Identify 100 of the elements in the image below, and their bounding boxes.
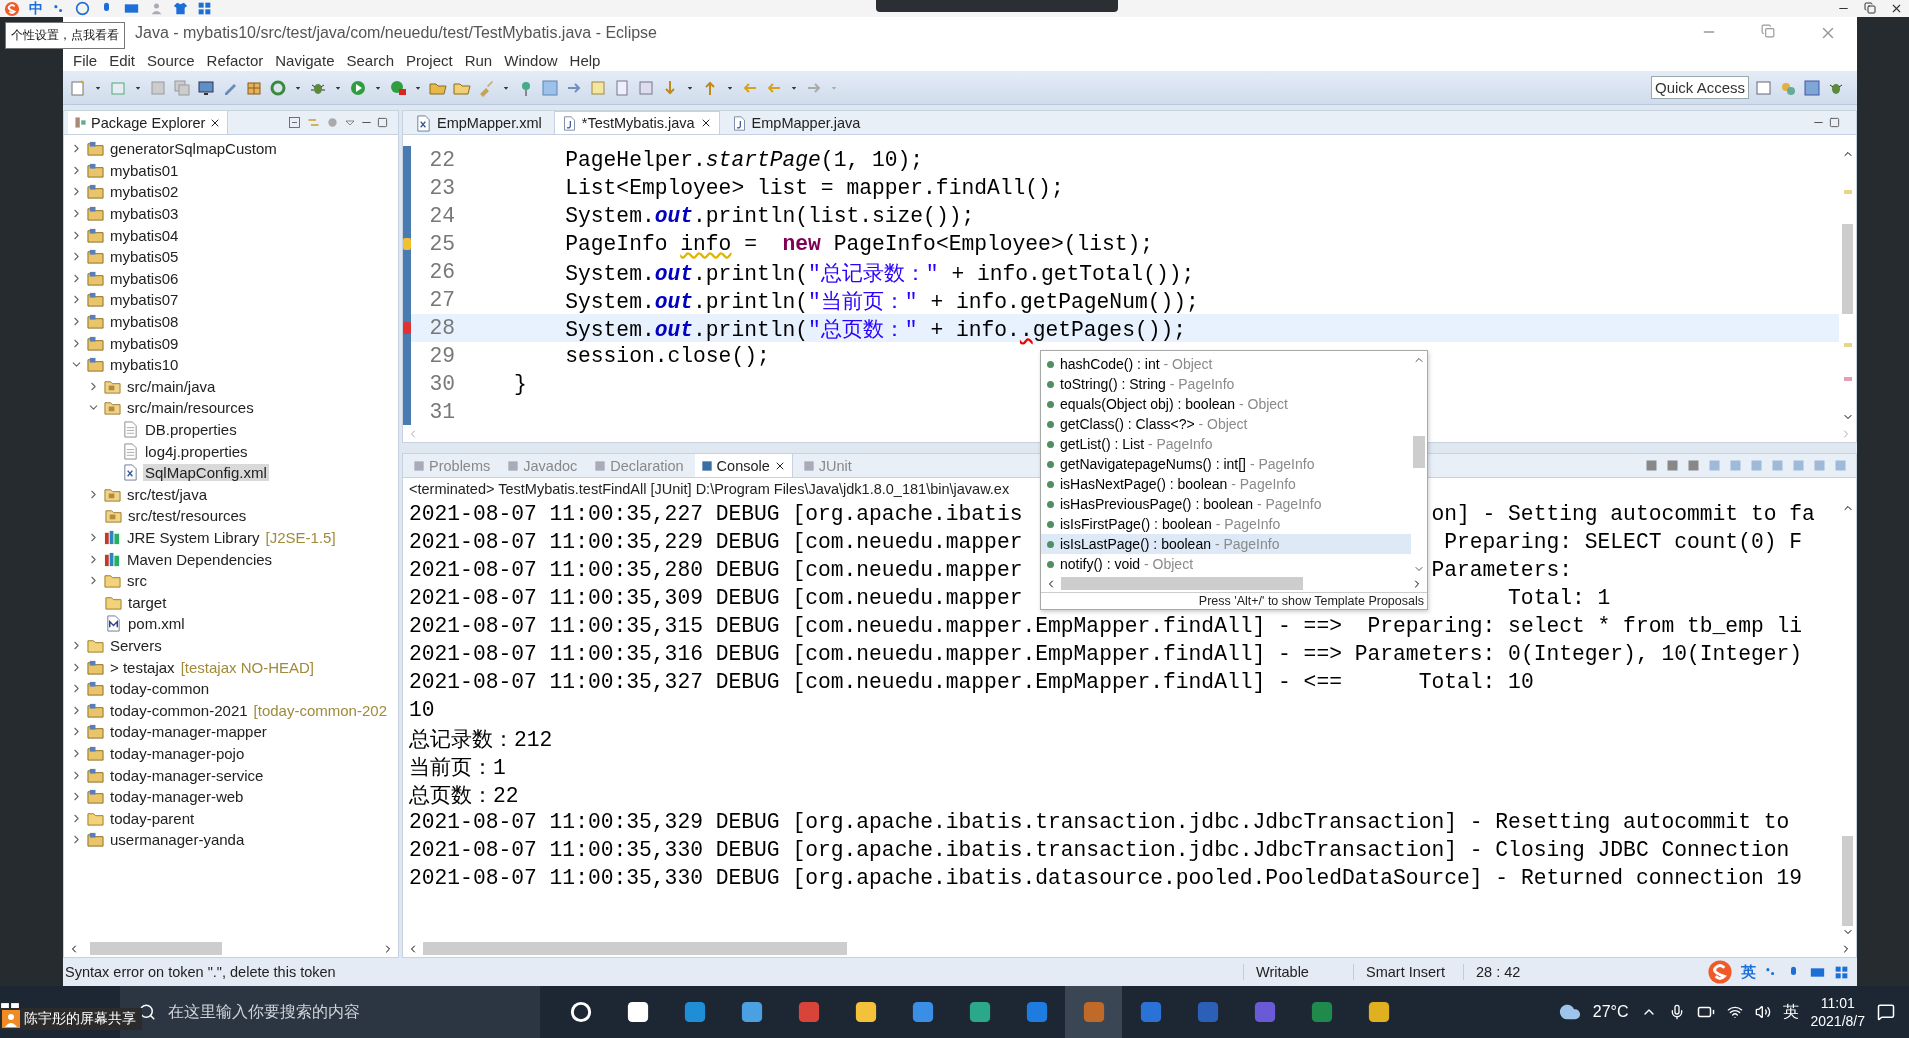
editor-tab[interactable]: EmpMapper.xml	[407, 111, 550, 134]
completion-item[interactable]: isIsLastPage() : boolean - PageInfo	[1041, 534, 1411, 554]
tree-item[interactable]: DB.properties	[143, 421, 239, 438]
project-folder-icon	[87, 313, 104, 331]
completion-item[interactable]: toString() : String - PageInfo	[1041, 374, 1411, 394]
input-mode[interactable]: 中	[29, 0, 43, 18]
menu-item[interactable]: Run	[459, 51, 498, 69]
restore-icon[interactable]	[1864, 2, 1876, 14]
tree-item[interactable]: today-manager-mapper	[108, 723, 269, 741]
tree-item[interactable]: log4j.properties	[143, 442, 250, 460]
tree-item[interactable]: today-common-2021	[108, 701, 250, 719]
view-tab[interactable]: Package Explorer	[68, 111, 229, 134]
tree-item[interactable]: src/test/resources	[126, 507, 249, 525]
scrollbar-thumb[interactable]	[1842, 836, 1853, 926]
tree-item[interactable]: JRE System Library	[125, 529, 262, 546]
collapse-all-icon[interactable]	[287, 115, 302, 130]
tree-item[interactable]: src/test/java	[125, 485, 210, 503]
tree-item[interactable]: pom.xml	[126, 615, 187, 633]
document-icon[interactable]	[613, 78, 631, 97]
stop-icon[interactable]	[1644, 458, 1659, 473]
highlight-icon[interactable]	[541, 78, 559, 97]
completion-item[interactable]: getNavigatepageNums() : int[] - PageInfo	[1041, 454, 1411, 474]
menu-item[interactable]: Search	[341, 51, 399, 69]
restore-icon[interactable]	[1761, 24, 1775, 38]
weather-temperature[interactable]: 27°C	[1592, 1003, 1629, 1021]
completion-item[interactable]: hashCode() : int - Object	[1041, 354, 1411, 374]
tree-item[interactable]: mybatis01	[108, 161, 181, 179]
tree-item[interactable]: mybatis03	[108, 205, 181, 223]
menu-item[interactable]: Navigate	[270, 51, 340, 69]
menu-item[interactable]: Window	[499, 51, 563, 69]
scrollbar-thumb[interactable]	[1413, 436, 1425, 468]
remove-all-icon[interactable]	[1686, 458, 1701, 473]
focus-icon[interactable]	[325, 115, 340, 130]
tree-item[interactable]: Maven Dependencies	[125, 550, 275, 568]
tree-item[interactable]: src	[125, 572, 149, 590]
tree-item[interactable]: mybatis05	[108, 248, 181, 266]
completion-item[interactable]: isHasNextPage() : boolean - PageInfo	[1041, 474, 1411, 494]
tree-item[interactable]: mybatis08	[108, 313, 181, 331]
menu-item[interactable]: Refactor	[201, 51, 269, 69]
maximize-icon[interactable]	[377, 117, 388, 128]
external-tools-icon[interactable]	[389, 78, 407, 97]
completion-item[interactable]: getList() : List - PageInfo	[1041, 434, 1411, 454]
tree-item[interactable]: mybatis02	[108, 183, 181, 201]
menu-item[interactable]: Help	[564, 51, 606, 69]
tree-item[interactable]: SqlMapConfig.xml	[143, 464, 269, 482]
tree-item[interactable]: today-manager-web	[108, 788, 246, 806]
notification-icon[interactable]	[1877, 1003, 1895, 1021]
tree-item[interactable]: mybatis06	[108, 269, 181, 287]
remove-icon[interactable]	[1665, 458, 1680, 473]
tree-item[interactable]: mybatis10	[108, 356, 181, 374]
clock-time[interactable]: 11:01	[1820, 994, 1855, 1012]
monitor-icon[interactable]	[197, 78, 215, 97]
completion-item[interactable]: equals(Object obj) : boolean - Object	[1041, 394, 1411, 414]
input-language[interactable]: 英	[1782, 1001, 1799, 1023]
console-line: Total: 1	[1507, 586, 1611, 610]
hint-text: Press 'Alt+/' to show Template Proposals	[1041, 592, 1427, 609]
editor-tab[interactable]: *TestMybatis.java	[553, 111, 720, 134]
completion-item[interactable]: getClass() : Class<?> - Object	[1041, 414, 1411, 434]
menu-item[interactable]: File	[68, 51, 103, 69]
input-mode[interactable]: 英	[1741, 962, 1756, 982]
completion-item[interactable]: isIsFirstPage() : boolean - PageInfo	[1041, 514, 1411, 534]
tree-item[interactable]: today-parent	[108, 809, 197, 827]
completion-item[interactable]: notify() : void - Object	[1041, 554, 1411, 574]
volume-icon[interactable]	[1754, 1004, 1771, 1020]
clock-date[interactable]: 2021/8/7	[1810, 1012, 1865, 1030]
error-marker-icon[interactable]	[403, 322, 411, 334]
tree-item[interactable]: mybatis04	[108, 226, 181, 244]
tree-item[interactable]: mybatis07	[108, 291, 181, 309]
quick-access-field[interactable]: Quick Access	[1651, 76, 1749, 99]
menu-item[interactable]: Edit	[104, 51, 141, 69]
tree-item[interactable]: mybatis09	[108, 334, 181, 352]
tree-item[interactable]: src/main/java	[125, 377, 218, 395]
tree-item[interactable]: today-manager-service	[108, 766, 266, 784]
tree-item[interactable]: today-common	[108, 680, 212, 698]
method-icon	[1047, 500, 1054, 508]
maximize-icon[interactable]	[1829, 117, 1840, 128]
warning-marker-icon[interactable]	[403, 238, 411, 250]
tree-item[interactable]: target	[126, 593, 169, 611]
scrollbar-thumb[interactable]	[1061, 577, 1304, 590]
completion-item[interactable]: isHasPreviousPage() : boolean - PageInfo	[1041, 494, 1411, 514]
editor-tab[interactable]: EmpMapper.java	[723, 111, 869, 134]
new-icon[interactable]	[69, 78, 87, 97]
tree-item[interactable]: > testajax	[108, 658, 177, 676]
tree-item[interactable]: Servers	[108, 636, 164, 654]
menu-item[interactable]: Project	[401, 51, 458, 69]
menu-item[interactable]: Source	[142, 51, 200, 69]
java-perspective-icon[interactable]	[1803, 78, 1821, 97]
scrollbar-thumb[interactable]	[1842, 223, 1853, 314]
view-tab[interactable]: Console	[694, 454, 793, 477]
tree-item[interactable]: generatorSqlmapCustom	[108, 140, 279, 158]
close-icon[interactable]	[1890, 2, 1903, 15]
tree-item[interactable]: today-manager-pojo	[108, 744, 247, 762]
tree-item[interactable]: src/main/resources	[125, 399, 256, 417]
scrollbar-thumb[interactable]	[89, 942, 223, 955]
wifi-icon[interactable]	[1726, 1004, 1743, 1020]
tree-item[interactable]: usermanager-yanda	[108, 831, 247, 849]
refresh-icon[interactable]	[269, 78, 287, 97]
open-perspective-icon[interactable]	[1755, 78, 1773, 97]
run-icon[interactable]	[349, 78, 367, 97]
scrollbar-thumb[interactable]	[423, 942, 847, 955]
